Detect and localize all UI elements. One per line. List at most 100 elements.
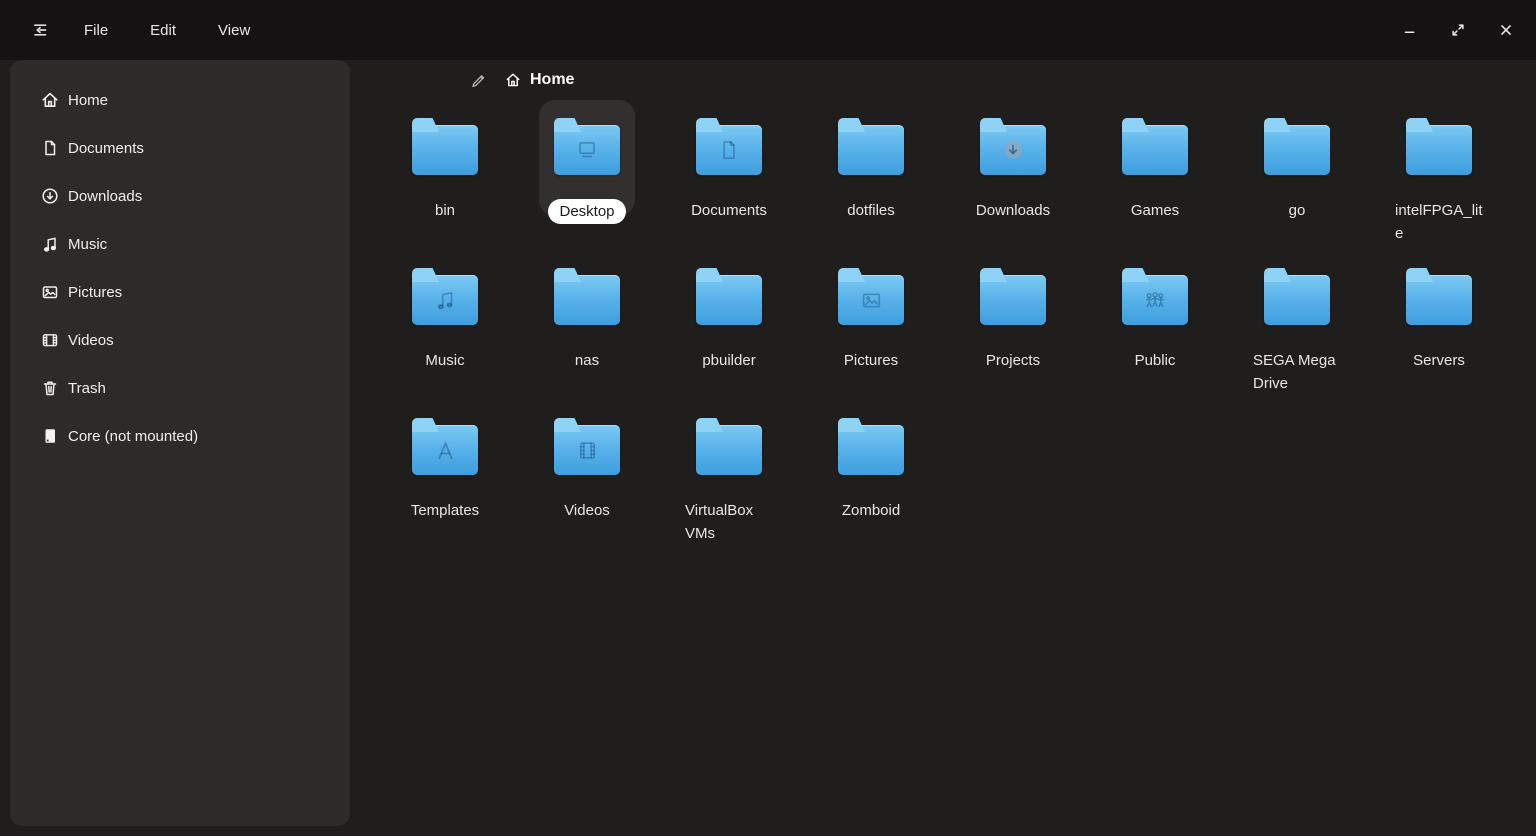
file-downloads[interactable]: Downloads xyxy=(942,100,1084,250)
file-label-wrap: Games xyxy=(1084,199,1226,222)
home-icon xyxy=(504,71,522,89)
file-virtualbox-vms[interactable]: VirtualBox VMs xyxy=(658,400,800,550)
file-documents[interactable]: Documents xyxy=(658,100,800,250)
file-label: Pictures xyxy=(844,349,898,372)
breadcrumb-home[interactable]: Home xyxy=(504,71,574,89)
file-icon-area xyxy=(838,418,904,484)
folder-icon xyxy=(838,425,904,475)
home-icon xyxy=(40,90,60,110)
file-bin[interactable]: bin xyxy=(374,100,516,250)
file-label-wrap: Documents xyxy=(658,199,800,222)
video-emblem-icon xyxy=(554,425,620,475)
title-bar: File Edit View xyxy=(0,0,1536,60)
file-label-wrap: pbuilder xyxy=(658,349,800,372)
file-label: nas xyxy=(575,349,599,372)
file-go[interactable]: go xyxy=(1226,100,1368,250)
path-bar: Home xyxy=(350,60,1536,100)
sidebar-item-core-not-mounted[interactable]: Core (not mounted) xyxy=(10,412,340,460)
folder-icon xyxy=(1264,125,1330,175)
file-label: pbuilder xyxy=(702,349,755,372)
file-templates[interactable]: Templates xyxy=(374,400,516,550)
menu-file[interactable]: File xyxy=(82,18,110,43)
sidebar-item-label: Videos xyxy=(68,332,114,349)
file-zomboid[interactable]: Zomboid xyxy=(800,400,942,550)
file-icon-area xyxy=(554,268,620,334)
file-label: Desktop xyxy=(548,199,625,224)
file-label-wrap: intelFPGA_lite xyxy=(1368,199,1510,245)
folder-icon xyxy=(980,275,1046,325)
sidebar-item-home[interactable]: Home xyxy=(10,76,340,124)
file-label: SEGA Mega Drive xyxy=(1253,349,1341,395)
sidebar-item-videos[interactable]: Videos xyxy=(10,316,340,364)
file-label-wrap: Videos xyxy=(516,499,658,522)
file-servers[interactable]: Servers xyxy=(1368,250,1510,400)
folder-icon xyxy=(412,275,478,325)
edit-path-icon[interactable] xyxy=(468,70,488,90)
file-label: Servers xyxy=(1413,349,1465,372)
file-pictures[interactable]: Pictures xyxy=(800,250,942,400)
folder-icon xyxy=(696,125,762,175)
sidebar-item-label: Trash xyxy=(68,380,106,397)
file-label-wrap: dotfiles xyxy=(800,199,942,222)
file-label-wrap: Projects xyxy=(942,349,1084,372)
file-projects[interactable]: Projects xyxy=(942,250,1084,400)
file-icon-area xyxy=(1122,268,1188,334)
folder-icon xyxy=(1122,125,1188,175)
file-intelfpga-lite[interactable]: intelFPGA_lite xyxy=(1368,100,1510,250)
file-sega-mega-drive[interactable]: SEGA Mega Drive xyxy=(1226,250,1368,400)
file-icon-area xyxy=(554,118,620,184)
main-pane: Home bin Desktop Documents dotfiles Download… xyxy=(350,60,1536,836)
sidebar-item-downloads[interactable]: Downloads xyxy=(10,172,340,220)
window-content: HomeDocumentsDownloadsMusicPicturesVideo… xyxy=(0,60,1536,836)
file-label-wrap: nas xyxy=(516,349,658,372)
sidebar-item-label: Pictures xyxy=(68,284,122,301)
file-nas[interactable]: nas xyxy=(516,250,658,400)
sidebar-toggle-icon[interactable] xyxy=(28,18,52,42)
file-music[interactable]: Music xyxy=(374,250,516,400)
file-pbuilder[interactable]: pbuilder xyxy=(658,250,800,400)
file-label-wrap: Servers xyxy=(1368,349,1510,372)
file-label: Music xyxy=(425,349,464,372)
folder-icon xyxy=(1406,125,1472,175)
sidebar-item-pictures[interactable]: Pictures xyxy=(10,268,340,316)
file-label: Zomboid xyxy=(842,499,900,522)
file-label: go xyxy=(1289,199,1306,222)
menu-view[interactable]: View xyxy=(216,18,252,43)
minimize-icon[interactable] xyxy=(1400,20,1420,40)
file-label: Documents xyxy=(691,199,767,222)
folder-icon xyxy=(412,125,478,175)
folder-icon xyxy=(554,125,620,175)
file-label-wrap: Public xyxy=(1084,349,1226,372)
file-label-wrap: Downloads xyxy=(942,199,1084,222)
file-icon-area xyxy=(696,118,762,184)
file-videos[interactable]: Videos xyxy=(516,400,658,550)
file-dotfiles[interactable]: dotfiles xyxy=(800,100,942,250)
file-icon-area xyxy=(1264,268,1330,334)
sidebar-item-music[interactable]: Music xyxy=(10,220,340,268)
file-public[interactable]: Public xyxy=(1084,250,1226,400)
folder-icon xyxy=(980,125,1046,175)
file-label: Public xyxy=(1135,349,1176,372)
trash-icon xyxy=(40,378,60,398)
sidebar-item-label: Documents xyxy=(68,140,144,157)
file-icon-area xyxy=(838,118,904,184)
maximize-icon[interactable] xyxy=(1448,20,1468,40)
file-label-wrap: bin xyxy=(374,199,516,222)
picture-emblem-icon xyxy=(838,275,904,325)
file-manager-window: File Edit View xyxy=(0,0,1536,836)
sidebar-item-trash[interactable]: Trash xyxy=(10,364,340,412)
file-desktop[interactable]: Desktop xyxy=(516,100,658,250)
sidebar-item-label: Home xyxy=(68,92,108,109)
folder-icon xyxy=(838,275,904,325)
file-label: dotfiles xyxy=(847,199,895,222)
file-icon-area xyxy=(838,268,904,334)
sidebar-item-documents[interactable]: Documents xyxy=(10,124,340,172)
menu-edit[interactable]: Edit xyxy=(148,18,178,43)
file-label: Projects xyxy=(986,349,1040,372)
file-icon-area xyxy=(980,118,1046,184)
sidebar: Home Documents DownloadsMusic Pictures Video… xyxy=(10,60,350,826)
folder-icon xyxy=(1122,275,1188,325)
close-icon[interactable] xyxy=(1496,20,1516,40)
file-games[interactable]: Games xyxy=(1084,100,1226,250)
file-label: VirtualBox VMs xyxy=(685,499,773,545)
